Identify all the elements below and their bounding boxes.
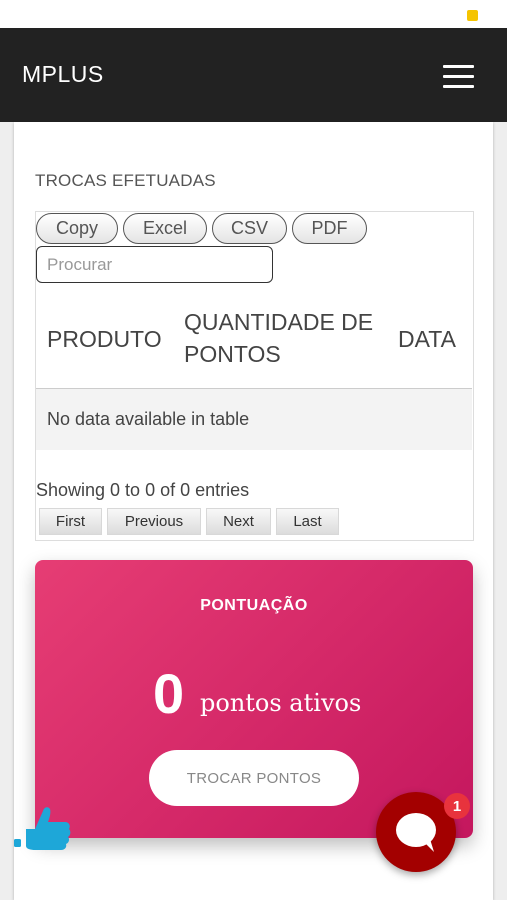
column-header-data[interactable]: DATA [398, 323, 456, 355]
empty-table-message: No data available in table [47, 409, 250, 429]
thumbs-up-icon[interactable] [13, 797, 73, 857]
search-input[interactable] [36, 246, 273, 283]
chat-notification-badge: 1 [444, 793, 470, 819]
column-header-produto[interactable]: PRODUTO [47, 323, 162, 355]
section-title: TROCAS EFETUADAS [35, 171, 216, 190]
brand-logo[interactable]: MPLUS [22, 61, 104, 88]
excel-button[interactable]: Excel [123, 213, 207, 244]
copy-button[interactable]: Copy [36, 213, 118, 244]
pagination-first-button[interactable]: First [39, 508, 102, 535]
csv-button[interactable]: CSV [212, 213, 287, 244]
pdf-button[interactable]: PDF [292, 213, 367, 244]
column-header-quantidade-line1: QUANTIDADE DE [184, 309, 374, 335]
score-unit: pontos ativos [200, 689, 362, 717]
pagination-next-button[interactable]: Next [206, 508, 271, 535]
notification-indicator [467, 10, 478, 21]
column-header-quantidade[interactable]: QUANTIDADE DE PONTOS [184, 306, 373, 370]
score-label: PONTUAÇÃO [200, 597, 308, 614]
navbar: MPLUS [0, 28, 507, 122]
table-info: Showing 0 to 0 of 0 entries [36, 480, 250, 500]
column-header-quantidade-line2: PONTOS [184, 341, 281, 367]
score-value: 0 [153, 662, 185, 725]
pagination-previous-button[interactable]: Previous [107, 508, 201, 535]
trade-points-button[interactable]: TROCAR PONTOS [149, 750, 359, 806]
pagination-last-button[interactable]: Last [276, 508, 339, 535]
hamburger-menu-icon[interactable] [443, 65, 474, 89]
